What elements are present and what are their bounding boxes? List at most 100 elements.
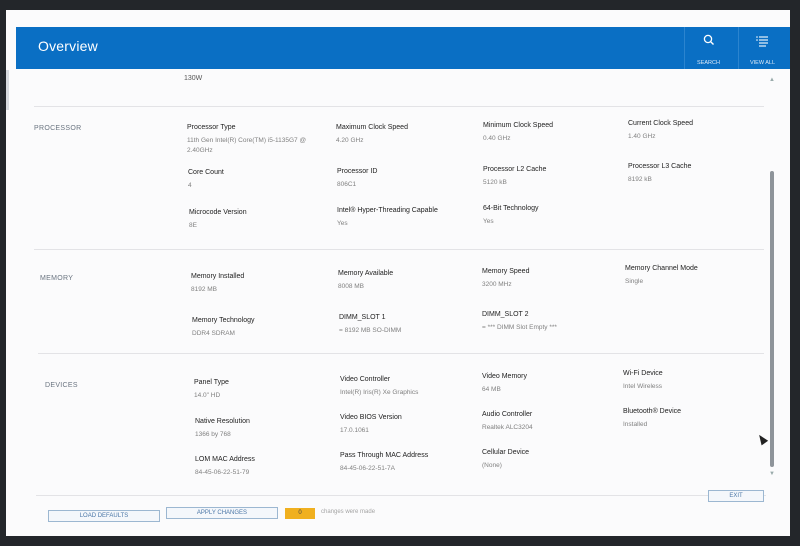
memory-installed: Memory Installed 8192 MB: [191, 272, 341, 295]
item-value: 64 MB: [482, 386, 501, 393]
video-bios-version: Video BIOS Version 17.0.1061: [340, 413, 490, 436]
item-value: 8192 MB: [191, 286, 218, 293]
scroll-down-arrow-icon[interactable]: ▼: [768, 471, 776, 477]
exit-button[interactable]: EXIT: [708, 490, 764, 502]
memory-speed: Memory Speed 3200 MHz: [482, 267, 632, 290]
item-value: 0.40 GHz: [483, 135, 511, 142]
left-edge-marker: [6, 70, 9, 110]
hyper-threading: Intel® Hyper-Threading Capable Yes: [337, 206, 487, 229]
item-value: 1.40 GHz: [628, 133, 656, 140]
dimm-slot-2: DIMM_SLOT 2 = *** DIMM Slot Empty ***: [482, 310, 632, 333]
vertical-scrollbar[interactable]: ▲ ▼: [768, 77, 776, 477]
item-title: Wi-Fi Device: [623, 370, 663, 377]
bios-screen: Overview SEARCH VIEW ALL 130W PROCESSOR …: [6, 10, 790, 536]
item-value: 1366 by 768: [195, 431, 231, 438]
item-title: Cellular Device: [482, 449, 530, 456]
item-title: Maximum Clock Speed: [336, 124, 408, 131]
load-defaults-button[interactable]: LOAD DEFAULTS: [48, 510, 160, 522]
item-title: Video BIOS Version: [340, 414, 402, 421]
pass-through-mac-address: Pass Through MAC Address 84-45-06-22-51-…: [340, 451, 490, 474]
lom-mac-address: LOM MAC Address 84-45-06-22-51-79: [195, 455, 345, 478]
item-value: Installed: [623, 421, 648, 428]
item-value: 8008 MB: [338, 283, 365, 290]
min-clock-speed: Minimum Clock Speed 0.40 GHz: [483, 121, 633, 144]
memory-channel-mode: Memory Channel Mode Single: [625, 264, 775, 287]
current-clock-speed: Current Clock Speed 1.40 GHz: [628, 119, 778, 142]
item-title: Processor ID: [337, 168, 378, 175]
dimm-slot-1: DIMM_SLOT 1 = 8192 MB SO-DIMM: [339, 313, 489, 336]
item-value: Realtek ALC3204: [482, 424, 533, 431]
view-all-button[interactable]: VIEW ALL: [738, 27, 786, 69]
scrollbar-thumb[interactable]: [770, 171, 774, 467]
search-button[interactable]: SEARCH: [684, 27, 732, 69]
changes-made-text: changes were made: [321, 509, 376, 515]
item-value: (None): [482, 462, 502, 469]
processor-l3-cache: Processor L3 Cache 8192 kB: [628, 162, 778, 185]
item-title: Memory Channel Mode: [625, 265, 698, 272]
item-title: Video Controller: [340, 376, 391, 383]
item-title: Microcode Version: [189, 209, 247, 216]
memory-technology: Memory Technology DDR4 SDRAM: [192, 316, 342, 339]
footer-divider: [36, 495, 766, 496]
item-title: Memory Speed: [482, 268, 530, 275]
view-all-icon: [755, 36, 768, 47]
item-title: Minimum Clock Speed: [483, 122, 554, 129]
scroll-up-arrow-icon[interactable]: ▲: [768, 77, 776, 83]
item-value: 3200 MHz: [482, 281, 512, 288]
apply-changes-button[interactable]: APPLY CHANGES: [166, 507, 278, 519]
item-value: 5120 kB: [483, 179, 507, 186]
item-title: Video Memory: [482, 373, 528, 380]
item-value: 84-45-06-22-51-7A: [340, 465, 395, 472]
item-title: Bluetooth® Device: [623, 408, 682, 415]
processor-id: Processor ID 806C1: [337, 167, 487, 190]
item-title: DIMM_SLOT 1: [339, 314, 386, 321]
item-value: 4.20 GHz: [336, 137, 364, 144]
video-controller: Video Controller Intel(R) Iris(R) Xe Gra…: [340, 375, 490, 398]
item-title: Audio Controller: [482, 411, 533, 418]
item-value: 8192 kB: [628, 176, 652, 183]
search-label: SEARCH: [697, 60, 720, 66]
item-value: Yes: [337, 220, 348, 227]
item-value: 14.0" HD: [194, 392, 221, 399]
item-title: Memory Technology: [192, 317, 255, 324]
item-title: DIMM_SLOT 2: [482, 311, 529, 318]
item-title: Core Count: [188, 169, 224, 176]
view-all-label: VIEW ALL: [749, 60, 776, 66]
section-label-memory: MEMORY: [40, 275, 74, 282]
item-value: 84-45-06-22-51-79: [195, 469, 250, 476]
cellular-device: Cellular Device (None): [482, 448, 632, 471]
item-value: Intel(R) Iris(R) Xe Graphics: [340, 389, 419, 396]
native-resolution: Native Resolution 1366 by 768: [195, 417, 345, 440]
item-title: Processor L3 Cache: [628, 163, 692, 170]
power-value: 130W: [184, 75, 203, 82]
section-label-devices: DEVICES: [45, 382, 78, 389]
wifi-device: Wi-Fi Device Intel Wireless: [623, 369, 773, 392]
section-divider: [34, 106, 764, 107]
core-count: Core Count 4: [188, 168, 338, 191]
audio-controller: Audio Controller Realtek ALC3204: [482, 410, 632, 433]
section-label-processor: PROCESSOR: [34, 125, 82, 132]
item-title: Native Resolution: [195, 418, 250, 425]
item-title: Current Clock Speed: [628, 120, 693, 127]
item-title: Intel® Hyper-Threading Capable: [337, 207, 438, 214]
page-title: Overview: [38, 38, 98, 54]
item-title: 64-Bit Technology: [483, 205, 539, 212]
processor-type: Processor Type 11th Gen Intel(R) Core(TM…: [187, 123, 337, 156]
processor-l2-cache: Processor L2 Cache 5120 kB: [483, 165, 633, 188]
item-value: DDR4 SDRAM: [192, 330, 235, 337]
max-clock-speed: Maximum Clock Speed 4.20 GHz: [336, 123, 486, 146]
item-title: Memory Available: [338, 270, 394, 277]
overview-header: Overview SEARCH VIEW ALL: [16, 27, 790, 69]
item-value: 17.0.1061: [340, 427, 369, 434]
bluetooth-device: Bluetooth® Device Installed: [623, 407, 773, 430]
video-memory: Video Memory 64 MB: [482, 372, 632, 395]
item-title: Processor L2 Cache: [483, 166, 547, 173]
item-value: 11th Gen Intel(R) Core(TM) i5-1135G7 @ 2…: [187, 137, 307, 154]
section-divider: [34, 249, 764, 250]
search-icon: [703, 34, 714, 45]
item-value: 8E: [189, 222, 197, 229]
item-title: Panel Type: [194, 379, 229, 386]
item-title: Memory Installed: [191, 273, 245, 280]
section-divider: [38, 353, 764, 354]
microcode-version: Microcode Version 8E: [189, 208, 339, 231]
